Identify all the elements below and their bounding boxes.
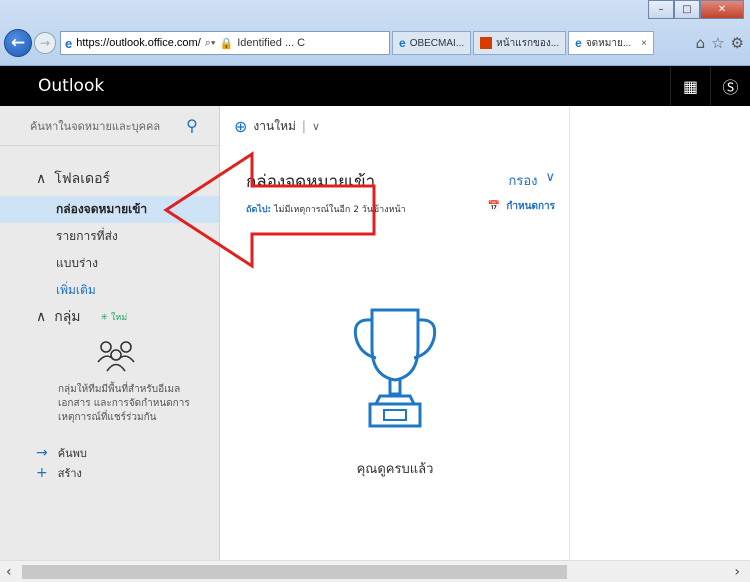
favorites-star-icon[interactable]: ☆ bbox=[711, 34, 724, 52]
skype-icon[interactable]: Ⓢ bbox=[710, 66, 750, 106]
command-bar: ⊕ งานใหม่ | ∨ bbox=[220, 106, 569, 146]
agenda-label: กำหนดการ bbox=[506, 201, 555, 212]
folder-sent[interactable]: รายการที่ส่ง bbox=[0, 223, 219, 250]
maximize-button[interactable]: □ bbox=[674, 0, 700, 19]
reading-pane bbox=[571, 106, 750, 582]
groups-heading[interactable]: ∧ กลุ่ม ✳ ใหม่ bbox=[0, 306, 219, 328]
chevron-up-icon: ∧ bbox=[36, 309, 47, 325]
app-title: Outlook bbox=[38, 76, 105, 96]
horizontal-scrollbar[interactable]: ‹ › bbox=[0, 560, 750, 582]
search-dropdown-icon[interactable]: ⌕▾ bbox=[205, 37, 216, 50]
groups-heading-label: กลุ่ม bbox=[54, 309, 81, 325]
ie-icon: e bbox=[65, 35, 73, 51]
next-event-line: ถัดไป: ไม่มีเหตุการณ์ในอีก 2 วันข้างหน้า bbox=[246, 202, 406, 216]
close-button[interactable]: ✕ bbox=[700, 0, 744, 19]
new-badge: ✳ ใหม่ bbox=[100, 313, 128, 323]
browser-tools: ⌂ ☆ ⚙ bbox=[696, 34, 744, 52]
scroll-left-icon[interactable]: ‹ bbox=[6, 564, 12, 580]
new-plus-icon[interactable]: ⊕ bbox=[234, 117, 247, 136]
ie-icon: e bbox=[399, 36, 406, 50]
address-bar[interactable]: e https://outlook.office.com/ ⌕▾ 🔒 Ident… bbox=[60, 31, 390, 55]
header-icons: ▦ Ⓢ bbox=[670, 66, 750, 106]
chevron-up-icon: ∧ bbox=[36, 171, 47, 187]
office-icon bbox=[480, 37, 493, 49]
empty-state-message: คุณดูครบแล้ว bbox=[356, 462, 434, 477]
create-group-link[interactable]: + สร้าง bbox=[0, 463, 219, 483]
tab-label: จดหมาย... bbox=[585, 37, 632, 49]
identified-label: Identified ... C bbox=[237, 37, 306, 49]
lock-icon: 🔒 bbox=[219, 37, 234, 50]
app-launcher-icon[interactable]: ▦ bbox=[670, 66, 710, 106]
message-list-pane: ⊕ งานใหม่ | ∨ กล่องจดหมายเข้า กรอง ∨ ถัด… bbox=[220, 106, 570, 582]
tab-mail[interactable]: e จดหมาย... × bbox=[568, 31, 655, 55]
groups-people-icon bbox=[97, 341, 135, 372]
chevron-down-icon[interactable]: ∨ bbox=[312, 120, 320, 133]
trophy-icon bbox=[353, 308, 437, 428]
scroll-right-icon[interactable]: › bbox=[734, 564, 740, 580]
create-label: สร้าง bbox=[57, 467, 82, 480]
folder-more-link[interactable]: เพิ่มเติม bbox=[0, 277, 219, 304]
search-icon[interactable]: ⚲ bbox=[186, 116, 198, 135]
address-url: https://outlook.office.com/ bbox=[76, 37, 201, 49]
tab-close-icon[interactable]: × bbox=[641, 38, 647, 49]
calendar-icon: 📅 bbox=[487, 201, 501, 212]
arrow-right-icon: → bbox=[36, 445, 48, 461]
ie-icon: e bbox=[575, 36, 582, 50]
discover-groups-link[interactable]: → ค้นพบ bbox=[0, 443, 219, 463]
forward-button[interactable]: → bbox=[34, 32, 56, 54]
window-controls: – □ ✕ bbox=[648, 0, 744, 19]
folders-heading[interactable]: ∧ โฟลเดอร์ bbox=[0, 168, 219, 190]
minimize-button[interactable]: – bbox=[648, 0, 674, 19]
next-event-text: ไม่มีเหตุการณ์ในอีก 2 วันข้างหน้า bbox=[274, 205, 406, 215]
home-icon[interactable]: ⌂ bbox=[696, 34, 706, 52]
agenda-button[interactable]: 📅 กำหนดการ bbox=[488, 199, 555, 214]
scrollbar-thumb[interactable] bbox=[22, 565, 567, 579]
outlook-header: Outlook ▦ Ⓢ bbox=[0, 66, 750, 106]
chevron-down-icon: ∨ bbox=[545, 170, 555, 185]
search-input[interactable]: ค้นหาในจดหมายและบุคคล ⚲ bbox=[0, 106, 219, 146]
list-title: กล่องจดหมายเข้า bbox=[246, 172, 376, 192]
tab-office-home[interactable]: หน้าแรกของ... bbox=[473, 31, 567, 55]
filter-button[interactable]: กรอง ∨ bbox=[508, 170, 555, 191]
discover-label: ค้นพบ bbox=[57, 447, 87, 460]
groups-description: กลุ่มให้ทีมมีพื้นที่สำหรับอีเมล เอกสาร แ… bbox=[58, 384, 190, 423]
next-label: ถัดไป: bbox=[246, 205, 272, 215]
nav-row: ← → e https://outlook.office.com/ ⌕▾ 🔒 I… bbox=[0, 26, 750, 60]
tab-obec[interactable]: e OBECMAI... bbox=[392, 31, 472, 55]
tab-label: หน้าแรกของ... bbox=[496, 37, 560, 49]
folder-pane: ค้นหาในจดหมายและบุคคล ⚲ ∧ โฟลเดอร์ กล่อง… bbox=[0, 106, 220, 582]
tab-label: OBECMAI... bbox=[409, 37, 465, 49]
new-button[interactable]: งานใหม่ bbox=[253, 117, 295, 136]
divider: | bbox=[301, 119, 306, 133]
plus-icon: + bbox=[36, 465, 48, 481]
folders-heading-label: โฟลเดอร์ bbox=[54, 171, 111, 187]
browser-chrome: – □ ✕ ← → e https://outlook.office.com/ … bbox=[0, 0, 750, 66]
gear-icon[interactable]: ⚙ bbox=[731, 34, 744, 52]
filter-label: กรอง bbox=[508, 174, 538, 189]
folder-inbox[interactable]: กล่องจดหมายเข้า bbox=[0, 196, 219, 223]
search-placeholder: ค้นหาในจดหมายและบุคคล bbox=[30, 119, 161, 133]
back-button[interactable]: ← bbox=[4, 29, 32, 57]
folder-drafts[interactable]: แบบร่าง bbox=[0, 250, 219, 277]
